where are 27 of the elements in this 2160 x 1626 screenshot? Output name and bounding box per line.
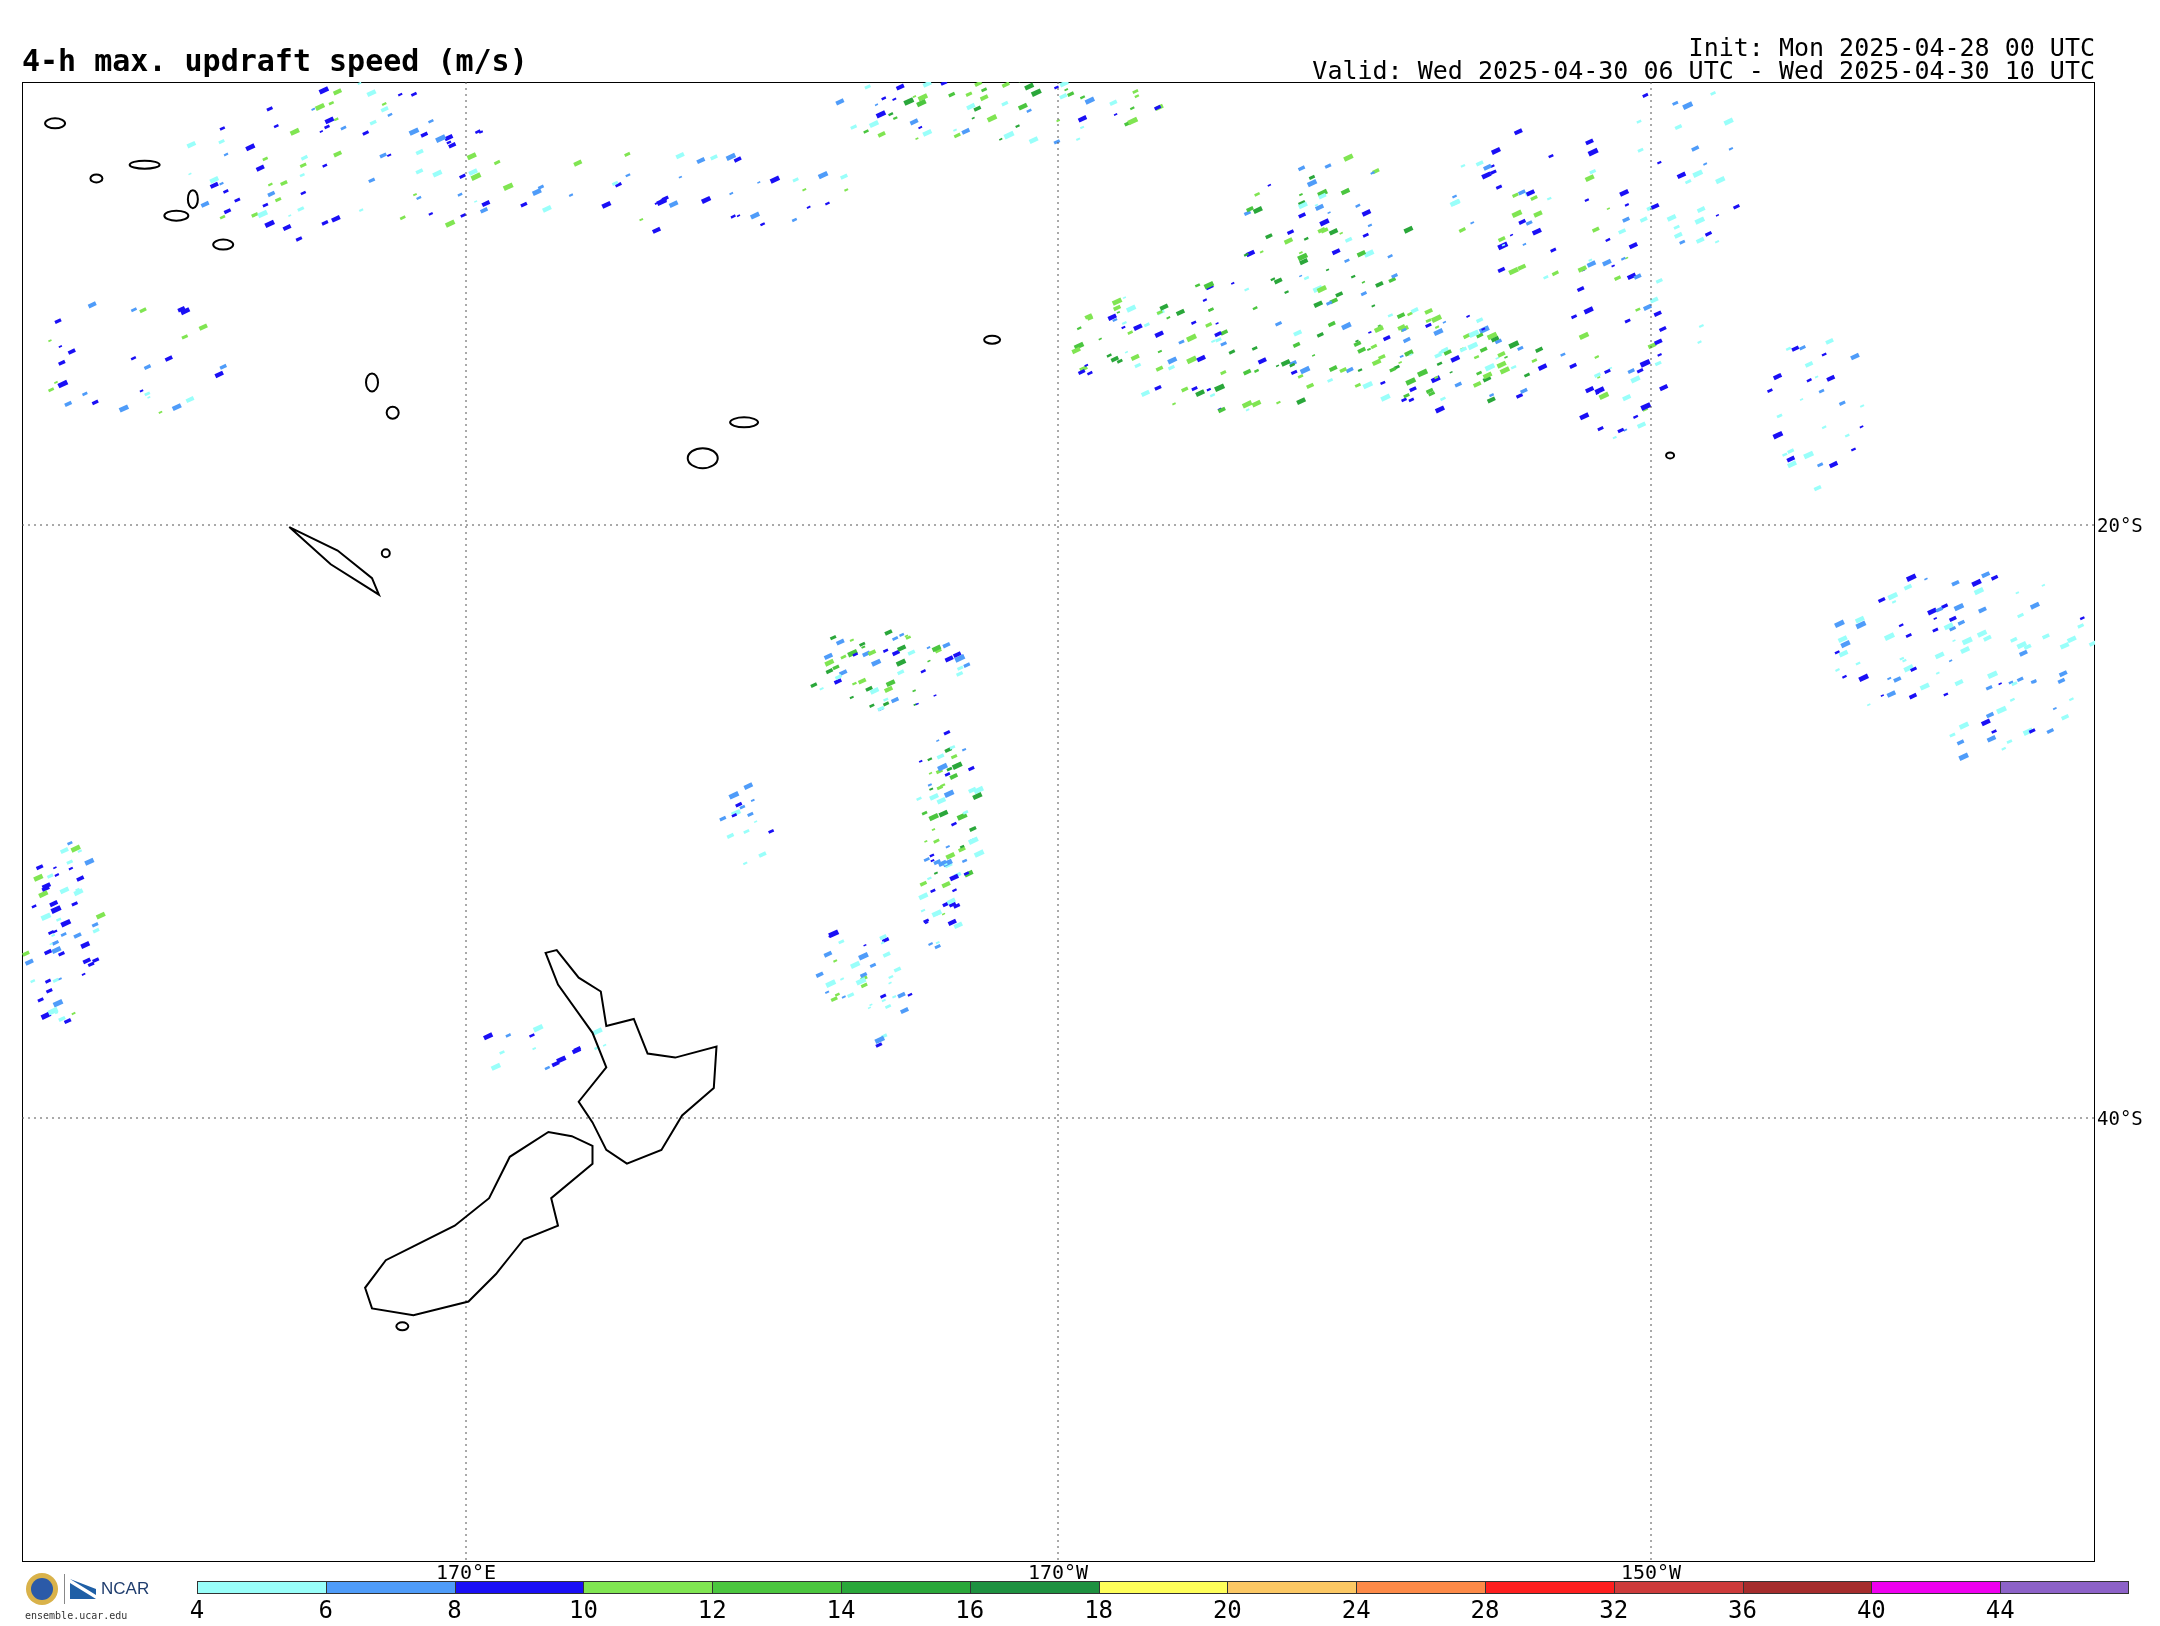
colorbar-label: 24 — [1341, 1598, 1371, 1622]
colorbar-label: 32 — [1599, 1598, 1629, 1622]
colorbar-label: 6 — [318, 1598, 333, 1622]
latitude-label: 40°S — [2097, 1106, 2143, 1130]
colorbar-label: 44 — [1985, 1598, 2015, 1622]
colorbar-label: 8 — [447, 1598, 462, 1622]
colorbar-label: 10 — [568, 1598, 598, 1622]
colorbar-label: 28 — [1470, 1598, 1500, 1622]
valid-time: Valid: Wed 2025-04-30 06 UTC - Wed 2025-04-30 10 UTC — [1312, 59, 2095, 82]
longitude-label: 150°W — [1620, 1563, 1682, 1582]
colorbar-label: 12 — [697, 1598, 727, 1622]
ncar-logo-text: NCAR — [101, 1579, 150, 1599]
colorbar-label: 14 — [826, 1598, 856, 1622]
init-time: Init: Mon 2025-04-28 00 UTC — [1687, 36, 2095, 59]
colorbar-label: 20 — [1212, 1598, 1242, 1622]
colorbar-label: 18 — [1084, 1598, 1114, 1622]
colorbar-label: 40 — [1856, 1598, 1886, 1622]
nsf-logo-icon — [25, 1572, 59, 1606]
colorbar-label: 4 — [189, 1598, 205, 1622]
latitude-label: 20°S — [2097, 513, 2143, 537]
longitude-label: 170°W — [1027, 1563, 1089, 1582]
website-text: ensemble.ucar.edu — [25, 1610, 129, 1621]
ncar-logo-icon — [70, 1579, 96, 1599]
chart-title: 4-h max. updraft speed (m/s) — [22, 46, 528, 76]
colorbar-label: 36 — [1728, 1598, 1757, 1622]
colorbar-label: 16 — [955, 1598, 985, 1622]
longitude-label: 170°E — [435, 1563, 497, 1582]
